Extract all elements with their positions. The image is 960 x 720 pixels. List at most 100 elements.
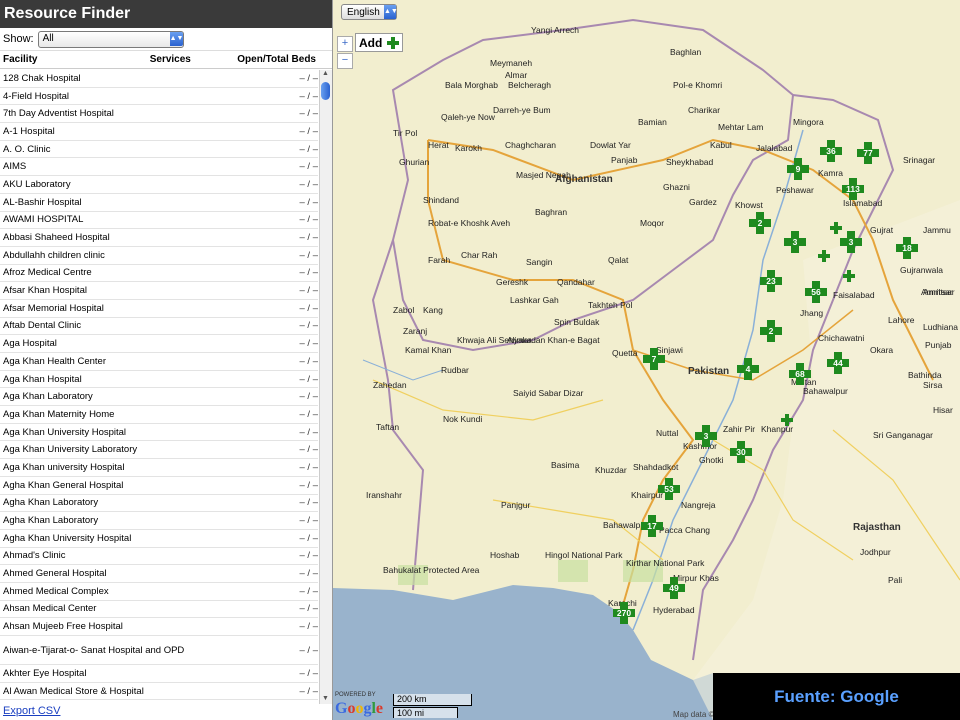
facility-name[interactable]: Abbasi Shaheed Hospital [0, 232, 273, 243]
facility-name[interactable]: AWAMI HOSPITAL [0, 214, 273, 225]
facility-name[interactable]: AKU Laboratory [0, 179, 273, 190]
facility-name[interactable]: Ahsan Medical Center [0, 603, 273, 614]
facility-row[interactable]: Agha Khan Laboratory – / – [0, 512, 318, 530]
facility-name[interactable]: Al Karim Hospital [0, 703, 273, 704]
facility-row[interactable]: 4-Field Hospital – / – [0, 88, 318, 106]
hospital-cluster-marker[interactable]: 30 [730, 441, 752, 463]
facility-row[interactable]: AKU Laboratory – / – [0, 176, 318, 194]
facility-name[interactable]: Ahsan Mujeeb Free Hospital [0, 621, 273, 632]
hospital-marker-icon[interactable] [818, 250, 830, 262]
column-facility[interactable]: Facility [0, 54, 150, 65]
hospital-cluster-marker[interactable]: 23 [760, 270, 782, 292]
add-button[interactable]: Add [355, 33, 403, 52]
facility-row[interactable]: AIMS – / – [0, 158, 318, 177]
facility-row[interactable]: Aftab Dental Clinic – / – [0, 318, 318, 336]
facility-name[interactable]: Aga Khan Maternity Home [0, 409, 273, 420]
facility-row[interactable]: Al Awan Medical Store & Hospital – / – [0, 683, 318, 701]
facility-name[interactable]: 7th Day Adventist Hospital [0, 108, 273, 119]
hospital-cluster-marker[interactable]: 77 [857, 142, 879, 164]
zoom-in-button[interactable]: + [337, 36, 353, 52]
facility-row[interactable]: Akhter Eye Hospital – / – [0, 665, 318, 683]
facility-row[interactable]: 128 Chak Hospital – / – [0, 70, 318, 88]
hospital-cluster-marker[interactable]: 7 [643, 348, 665, 370]
facility-row[interactable]: 7th Day Adventist Hospital – / – [0, 105, 318, 124]
facility-name[interactable]: A. O. Clinic [0, 144, 273, 155]
facility-row[interactable]: Agha Khan Laboratory – / – [0, 495, 318, 513]
facility-row[interactable]: Aga Hospital – / – [0, 335, 318, 353]
facility-name[interactable]: Aga Khan Health Center [0, 356, 273, 367]
facility-name[interactable]: Aga Khan university Hospital [0, 462, 273, 473]
hospital-marker-icon[interactable] [843, 270, 855, 282]
facility-row[interactable]: Aga Khan Laboratory – / – [0, 388, 318, 407]
facility-row[interactable]: Ahmed General Hospital – / – [0, 565, 318, 583]
facility-row[interactable]: Aiwan-e-Tijarat-o- Sanat Hospital and OP… [0, 636, 318, 665]
language-select[interactable]: English ▲▼ [341, 4, 398, 20]
facility-name[interactable]: Aga Khan Hospital [0, 374, 273, 385]
scroll-down-icon[interactable]: ▼ [322, 695, 329, 702]
facility-name[interactable]: Agha Khan University Hospital [0, 533, 273, 544]
hospital-cluster-marker[interactable]: 3 [784, 231, 806, 253]
facility-row[interactable]: Abbasi Shaheed Hospital – / – [0, 229, 318, 247]
facility-name[interactable]: Aga Khan University Hospital [0, 427, 273, 438]
hospital-cluster-marker[interactable]: 4 [737, 358, 759, 380]
facility-name[interactable]: Afsar Memorial Hospital [0, 303, 273, 314]
hospital-cluster-marker[interactable]: 44 [827, 352, 849, 374]
hospital-cluster-marker[interactable]: 2 [749, 212, 771, 234]
hospital-cluster-marker[interactable]: 9 [787, 158, 809, 180]
facility-name[interactable]: Agha Khan Laboratory [0, 497, 273, 508]
map-view[interactable]: Yangi Arrech Bamian Baghlan Pol-e Khomri Mey… [333, 0, 960, 720]
facility-name[interactable]: Aiwan-e-Tijarat-o- Sanat Hospital and OP… [0, 645, 273, 656]
facility-name[interactable]: Aftab Dental Clinic [0, 320, 273, 331]
facility-row[interactable]: Agha Khan University Hospital – / – [0, 530, 318, 548]
hospital-cluster-marker[interactable]: 3 [840, 231, 862, 253]
facility-row[interactable]: Aga Khan University Laboratory – / – [0, 441, 318, 460]
scroll-up-icon[interactable]: ▲ [322, 70, 329, 77]
facility-row[interactable]: Ahmed Medical Complex – / – [0, 583, 318, 601]
column-beds[interactable]: Open/Total Beds [218, 54, 332, 65]
hospital-cluster-marker[interactable]: 270 [613, 602, 635, 624]
facility-name[interactable]: Ahmad's Clinic [0, 550, 273, 561]
hospital-marker-icon[interactable] [830, 222, 842, 234]
facility-name[interactable]: Aga Hospital [0, 338, 273, 349]
facility-row[interactable]: Afsar Khan Hospital – / – [0, 282, 318, 300]
facility-name[interactable]: A-1 Hospital [0, 126, 273, 137]
facility-name[interactable]: 4-Field Hospital [0, 91, 273, 102]
facility-name[interactable]: Ahmed Medical Complex [0, 586, 273, 597]
facility-name[interactable]: Ahmed General Hospital [0, 568, 273, 579]
facility-row[interactable]: A. O. Clinic – / – [0, 141, 318, 159]
facility-row[interactable]: Al Karim Hospital– / – [0, 700, 318, 704]
facility-name[interactable]: Abdullahh children clinic [0, 250, 273, 261]
facility-row[interactable]: Aga Khan University Hospital – / – [0, 424, 318, 442]
facility-name[interactable]: AIMS [0, 161, 273, 172]
hospital-cluster-marker[interactable]: 113 [842, 178, 864, 200]
hospital-cluster-marker[interactable]: 53 [658, 478, 680, 500]
export-csv-link[interactable]: Export CSV [3, 705, 60, 717]
facility-name[interactable]: AL-Bashir Hospital [0, 197, 273, 208]
facility-name[interactable]: Afroz Medical Centre [0, 267, 273, 278]
hospital-cluster-marker[interactable]: 36 [820, 140, 842, 162]
google-logo[interactable]: Google [335, 700, 383, 718]
facility-name[interactable]: Agha Khan Laboratory [0, 515, 273, 526]
hospital-cluster-marker[interactable]: 56 [805, 281, 827, 303]
facility-name[interactable]: 128 Chak Hospital [0, 73, 273, 84]
facility-row[interactable]: Ahsan Medical Center – / – [0, 601, 318, 619]
zoom-out-button[interactable]: − [337, 53, 353, 69]
show-filter-select[interactable]: All ▲▼ [37, 30, 184, 48]
facility-list-scrollbar[interactable]: ▲ ▼ [319, 70, 332, 704]
facility-name[interactable]: Al Awan Medical Store & Hospital [0, 686, 273, 697]
facility-row[interactable]: Agha Khan General Hospital – / – [0, 477, 318, 495]
facility-row[interactable]: Aga Khan Hospital – / – [0, 371, 318, 389]
column-services[interactable]: Services [150, 54, 218, 65]
facility-row[interactable]: Aga Khan Maternity Home – / – [0, 406, 318, 424]
hospital-marker-icon[interactable] [781, 414, 793, 426]
facility-row[interactable]: AL-Bashir Hospital – / – [0, 194, 318, 212]
facility-row[interactable]: Afsar Memorial Hospital – / – [0, 300, 318, 318]
hospital-cluster-marker[interactable]: 17 [641, 515, 663, 537]
facility-name[interactable]: Aga Khan Laboratory [0, 391, 273, 402]
facility-row[interactable]: Aga Khan university Hospital – / – [0, 459, 318, 477]
facility-name[interactable]: Afsar Khan Hospital [0, 285, 273, 296]
facility-row[interactable]: A-1 Hospital – / – [0, 123, 318, 141]
facility-name[interactable]: Akhter Eye Hospital [0, 668, 273, 679]
hospital-cluster-marker[interactable]: 3 [695, 425, 717, 447]
facility-name[interactable]: Agha Khan General Hospital [0, 480, 273, 491]
